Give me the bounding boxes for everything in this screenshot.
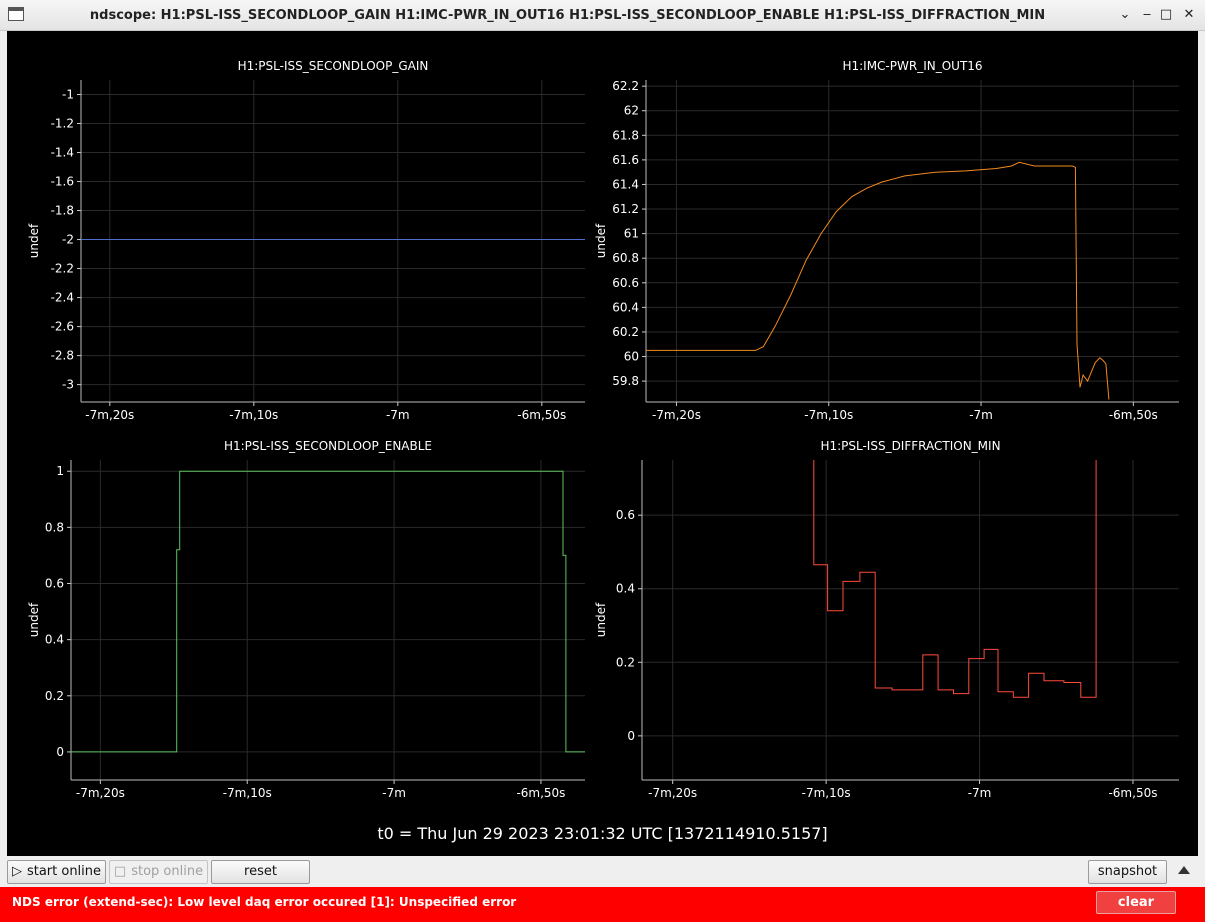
x-tick-label: -7m,20s bbox=[76, 786, 125, 800]
y-tick-label: 62 bbox=[624, 104, 639, 118]
x-tick-label: -7m bbox=[382, 786, 406, 800]
snapshot-button[interactable]: snapshot bbox=[1088, 860, 1167, 884]
x-tick-label: -7m bbox=[968, 786, 992, 800]
y-tick-label: -2.6 bbox=[51, 320, 74, 334]
plot-title: H1:IMC-PWR_IN_OUT16 bbox=[842, 59, 982, 73]
y-tick-label: -2 bbox=[62, 233, 74, 247]
y-tick-label: -1.8 bbox=[51, 204, 74, 218]
y-tick-label: 61.2 bbox=[612, 202, 639, 216]
series-line bbox=[71, 470, 585, 753]
y-tick-label: 61.4 bbox=[612, 177, 639, 191]
plot-title: H1:PSL-ISS_SECONDLOOP_GAIN bbox=[238, 59, 429, 73]
x-tick-label: -7m,10s bbox=[223, 786, 272, 800]
start-online-label: start online bbox=[26, 864, 102, 879]
stop-online-label: stop online bbox=[131, 864, 204, 879]
start-online-button[interactable]: ▷ start online bbox=[7, 860, 106, 884]
y-tick-label: 60 bbox=[624, 350, 639, 364]
stop-online-button[interactable]: □ stop online bbox=[109, 860, 208, 884]
y-tick-label: 0 bbox=[56, 745, 64, 759]
x-tick-label: -6m,50s bbox=[517, 408, 566, 422]
y-tick-label: 1 bbox=[56, 464, 64, 478]
expand-up-icon[interactable] bbox=[1178, 866, 1190, 874]
error-message: NDS error (extend-sec): Low level daq er… bbox=[12, 895, 517, 909]
x-tick-label: -7m,10s bbox=[802, 786, 851, 800]
y-tick-label: -1.6 bbox=[51, 175, 74, 189]
y-tick-label: 61.8 bbox=[612, 128, 639, 142]
x-tick-label: -7m,20s bbox=[652, 408, 701, 422]
x-tick-label: -7m,10s bbox=[229, 408, 278, 422]
x-tick-label: -6m,50s bbox=[516, 786, 565, 800]
play-icon: ▷ bbox=[11, 864, 22, 879]
y-tick-label: 0.6 bbox=[616, 508, 635, 522]
series-line bbox=[646, 161, 1110, 400]
plot-title: H1:PSL-ISS_DIFFRACTION_MIN bbox=[820, 439, 1000, 453]
stop-icon: □ bbox=[113, 864, 127, 879]
x-tick-label: -7m,10s bbox=[804, 408, 853, 422]
y-tick-label: -1 bbox=[62, 88, 74, 102]
plots-canvas[interactable]: H1:PSL-ISS_SECONDLOOP_GAINundef -7m,20s -7… bbox=[0, 0, 1205, 922]
y-tick-label: 0.4 bbox=[616, 582, 635, 596]
y-axis-label: undef bbox=[27, 223, 41, 258]
y-tick-label: 60.2 bbox=[612, 325, 639, 339]
y-tick-label: -2.8 bbox=[51, 349, 74, 363]
y-tick-label: 0.2 bbox=[616, 655, 635, 669]
y-tick-label: -1.2 bbox=[51, 117, 74, 131]
t0-label: t0 = Thu Jun 29 2023 23:01:32 UTC [13721… bbox=[377, 824, 828, 843]
x-tick-label: -6m,50s bbox=[1108, 786, 1157, 800]
y-tick-label: 62.2 bbox=[612, 79, 639, 93]
plot-3[interactable]: H1:PSL-ISS_SECONDLOOP_ENABLEundef -7m,20s… bbox=[27, 439, 585, 800]
y-tick-label: 0.4 bbox=[45, 633, 64, 647]
plot-4[interactable]: H1:PSL-ISS_DIFFRACTION_MINundef -7m,20s -7… bbox=[594, 439, 1179, 800]
plot-title: H1:PSL-ISS_SECONDLOOP_ENABLE bbox=[224, 439, 432, 453]
y-tick-label: -3 bbox=[62, 378, 74, 392]
y-tick-label: 61.6 bbox=[612, 153, 639, 167]
y-axis-label: undef bbox=[594, 602, 608, 637]
clear-error-button[interactable]: clear bbox=[1096, 891, 1176, 914]
plot-2[interactable]: H1:IMC-PWR_IN_OUT16undef -7m,20s -7m,10s -7… bbox=[594, 59, 1179, 422]
x-tick-label: -7m,20s bbox=[85, 408, 134, 422]
plot-1[interactable]: H1:PSL-ISS_SECONDLOOP_GAINundef -7m,20s -7… bbox=[27, 59, 585, 422]
y-axis-label: undef bbox=[594, 223, 608, 258]
series-line bbox=[813, 460, 1097, 698]
x-tick-label: -6m,50s bbox=[1109, 408, 1158, 422]
x-tick-label: -7m,20s bbox=[648, 786, 697, 800]
y-tick-label: 0.6 bbox=[45, 577, 64, 591]
y-tick-label: 0 bbox=[627, 729, 635, 743]
y-tick-label: 60.6 bbox=[612, 276, 639, 290]
reset-button[interactable]: reset bbox=[211, 860, 310, 884]
x-tick-label: -7m bbox=[969, 408, 993, 422]
y-tick-label: 0.8 bbox=[45, 520, 64, 534]
error-bar: NDS error (extend-sec): Low level daq er… bbox=[0, 887, 1205, 922]
y-tick-label: -2.4 bbox=[51, 291, 74, 305]
y-tick-label: 61 bbox=[624, 227, 639, 241]
y-tick-label: 60.8 bbox=[612, 251, 639, 265]
y-tick-label: -1.4 bbox=[51, 146, 74, 160]
y-tick-label: 60.4 bbox=[612, 300, 639, 314]
x-tick-label: -7m bbox=[386, 408, 410, 422]
y-tick-label: 0.2 bbox=[45, 689, 64, 703]
y-tick-label: 59.8 bbox=[612, 374, 639, 388]
y-axis-label: undef bbox=[27, 602, 41, 637]
y-tick-label: -2.2 bbox=[51, 262, 74, 276]
